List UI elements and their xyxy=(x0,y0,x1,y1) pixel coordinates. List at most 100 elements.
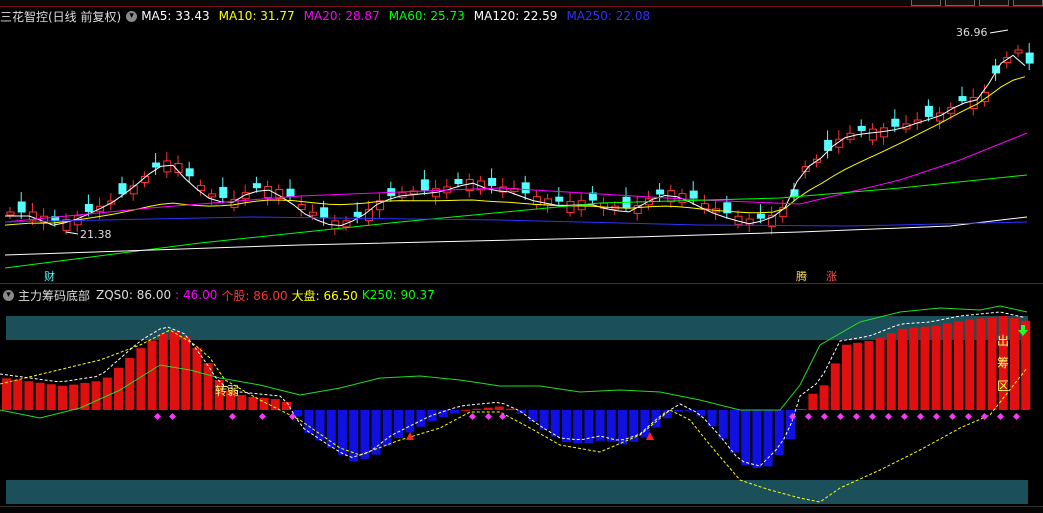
chip-annotation: 筹 xyxy=(997,356,1010,370)
bar-down xyxy=(371,410,381,455)
bar-down xyxy=(304,410,314,433)
bar-up xyxy=(114,367,123,410)
ma250-line xyxy=(4,216,1028,227)
ma10-line xyxy=(4,76,1026,226)
bar-up xyxy=(842,344,851,410)
signal-dot xyxy=(788,412,797,421)
bar-down xyxy=(707,410,717,427)
bar-up xyxy=(248,396,258,410)
candle-up xyxy=(868,128,877,141)
lower-band xyxy=(6,480,1028,504)
bar-up xyxy=(461,409,471,411)
candle-down xyxy=(420,179,429,191)
bar-up xyxy=(170,332,179,410)
candle-down xyxy=(152,162,161,168)
candle-down xyxy=(924,105,933,117)
bar-down xyxy=(573,410,583,444)
bar-down xyxy=(730,410,739,453)
bar-up xyxy=(158,333,168,410)
weak-annotation: 转弱 xyxy=(215,384,240,398)
high-price-label: 36.96 xyxy=(956,26,988,39)
candle-down xyxy=(185,168,194,177)
bar-down xyxy=(651,410,661,428)
signal-dot xyxy=(804,412,813,421)
bar-up xyxy=(203,363,213,410)
signal-dot xyxy=(836,412,845,421)
bar-down xyxy=(315,410,325,441)
bar-up xyxy=(942,323,952,410)
low-price-label: 21.38 xyxy=(80,228,112,241)
candle-up xyxy=(1014,49,1023,54)
sell-arrow-icon xyxy=(1018,325,1028,336)
bar-up xyxy=(909,327,919,410)
bar-down xyxy=(640,410,650,438)
bar-up xyxy=(954,321,963,410)
indicator-title[interactable]: 主力筹码底部 xyxy=(18,287,90,304)
bar-down xyxy=(450,410,459,414)
candle-down xyxy=(353,211,362,217)
candle-up xyxy=(308,211,317,216)
bar-up xyxy=(24,381,34,410)
candle-down xyxy=(521,182,530,194)
indicator-legend: ▾ 主力筹码底部 ZQS0: 86.00 : 46.00 个股: 86.00 大… xyxy=(0,287,439,303)
bar-up xyxy=(886,333,896,410)
bar-up xyxy=(853,342,863,410)
high-pointer-line xyxy=(989,29,1009,34)
signal-dot xyxy=(868,412,877,421)
signal-dot xyxy=(258,412,267,421)
k250-value: K250: 90.37 xyxy=(361,288,435,302)
bar-down xyxy=(539,410,549,430)
settings-icon[interactable]: ▾ xyxy=(3,289,14,301)
bar-down xyxy=(360,410,370,459)
bar-down xyxy=(696,410,706,417)
bar-up xyxy=(192,347,202,410)
signal-dot xyxy=(168,412,177,421)
candle-up xyxy=(208,193,217,198)
bar-down xyxy=(595,410,605,441)
candle-down xyxy=(958,96,967,102)
bar-down xyxy=(629,410,639,442)
ma20-line xyxy=(4,132,1028,223)
candle-down xyxy=(756,213,765,219)
event-tag-up2[interactable]: 涨 xyxy=(826,268,837,284)
signal-dot xyxy=(468,412,477,421)
candle-down xyxy=(454,179,463,184)
bar-up xyxy=(506,408,515,410)
signal-dot xyxy=(964,412,973,421)
bar-up xyxy=(976,318,986,410)
candle-down xyxy=(252,183,261,189)
bar-up xyxy=(1010,318,1019,410)
event-tag-up1[interactable]: 腾 xyxy=(796,268,807,284)
bar-up xyxy=(864,340,874,410)
signal-dot xyxy=(498,412,507,421)
bar-down xyxy=(718,410,728,439)
bar-down xyxy=(349,410,359,462)
bar-up xyxy=(46,384,56,410)
bar-up xyxy=(270,399,280,410)
bar-up xyxy=(125,357,135,410)
bar-down xyxy=(662,410,672,419)
bar-up xyxy=(875,337,885,410)
candle-up xyxy=(6,211,15,216)
bar-down xyxy=(741,410,751,466)
signal-dot xyxy=(884,412,893,421)
signal-dot xyxy=(288,412,297,421)
signal-dot xyxy=(900,412,909,421)
candle-down xyxy=(555,196,564,202)
buy-marker xyxy=(646,432,654,440)
bar-down xyxy=(293,410,303,417)
bar-down xyxy=(394,410,403,438)
market-line xyxy=(0,329,1028,503)
finance-event-tag[interactable]: 财 xyxy=(44,268,55,284)
bar-up xyxy=(2,378,11,410)
bar-up xyxy=(987,317,997,410)
bar-up xyxy=(69,384,79,410)
bar-up xyxy=(920,326,930,410)
candle-down xyxy=(857,125,866,131)
out-annotation: 出 xyxy=(997,334,1010,348)
bar-up xyxy=(797,408,807,410)
low-pointer-line xyxy=(65,231,79,235)
bar-up xyxy=(282,402,291,410)
candlestick-chart[interactable] xyxy=(0,0,1043,283)
bar-up xyxy=(91,381,101,410)
